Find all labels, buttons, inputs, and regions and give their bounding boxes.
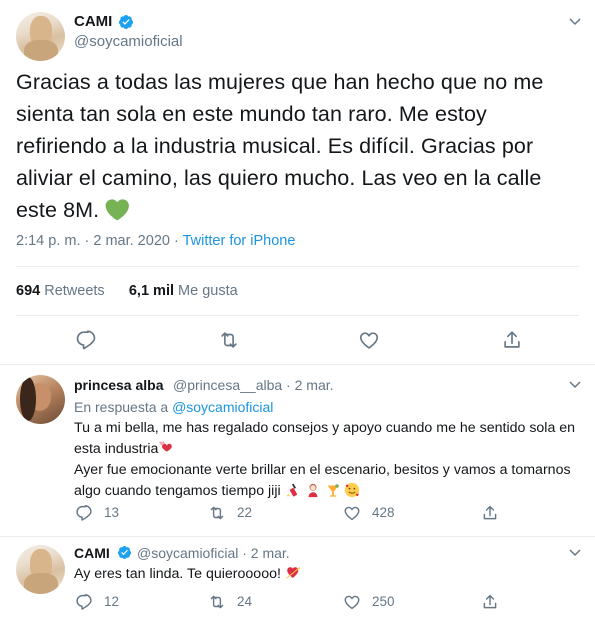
retweet-icon[interactable] bbox=[218, 329, 240, 351]
reply-text: Ay eres tan linda. Te quierooooo! bbox=[74, 564, 579, 585]
share-icon[interactable] bbox=[481, 504, 499, 522]
avatar[interactable] bbox=[16, 545, 65, 594]
retweet-icon[interactable] bbox=[208, 504, 226, 522]
author-name[interactable]: CAMI bbox=[74, 13, 112, 30]
author-handle[interactable]: @soycamioficial bbox=[74, 33, 183, 50]
reply-author-name[interactable]: princesa alba bbox=[74, 377, 164, 393]
chevron-down-icon[interactable] bbox=[567, 377, 583, 393]
reply-icon[interactable] bbox=[75, 504, 93, 522]
chevron-down-icon[interactable] bbox=[567, 14, 583, 30]
reply-text: Tu a mi bella, me has regalado consejos … bbox=[74, 418, 579, 502]
chevron-down-icon[interactable] bbox=[567, 545, 583, 561]
likes-stat[interactable]: 6,1 mil Me gusta bbox=[129, 283, 238, 299]
tweet-source[interactable]: Twitter for iPhone bbox=[183, 233, 296, 249]
retweets-stat[interactable]: 694 Retweets bbox=[16, 283, 105, 299]
like-icon[interactable] bbox=[343, 504, 361, 522]
reply-author-handle[interactable]: @soycamioficial · 2 mar. bbox=[137, 545, 290, 561]
reply-count: 13 bbox=[104, 505, 120, 520]
two-hearts-icon bbox=[159, 441, 173, 452]
nail-polish-icon bbox=[286, 483, 297, 497]
share-icon[interactable] bbox=[481, 593, 499, 611]
divider bbox=[16, 266, 579, 267]
in-reply-to: En respuesta a @soycamioficial bbox=[74, 399, 274, 415]
retweet-count: 22 bbox=[237, 505, 253, 520]
tweet-body: Gracias a todas las mujeres que han hech… bbox=[16, 70, 544, 222]
reply-line-2: Ayer fue emocionante verte brillar en el… bbox=[74, 462, 571, 499]
verified-badge-icon bbox=[118, 15, 133, 29]
like-count: 428 bbox=[372, 505, 395, 520]
reply-author-name[interactable]: CAMI bbox=[74, 545, 110, 561]
like-count: 250 bbox=[372, 594, 395, 609]
tweet-meta: 2:14 p. m. · 2 mar. 2020 · Twitter for i… bbox=[16, 233, 295, 249]
tropical-drink-icon bbox=[327, 484, 339, 497]
heart-arrow-icon bbox=[285, 567, 300, 579]
avatar[interactable] bbox=[16, 375, 65, 424]
retweet-icon[interactable] bbox=[208, 593, 226, 611]
green-heart-icon bbox=[105, 199, 130, 221]
main-tweet: CAMI @soycamioficial Gracias a todas las… bbox=[0, 0, 595, 365]
verified-badge-icon bbox=[117, 545, 132, 560]
reply-count: 12 bbox=[104, 594, 120, 609]
tweet-stats: 694 Retweets 6,1 mil Me gusta bbox=[16, 283, 238, 299]
retweet-count: 24 bbox=[237, 594, 253, 609]
reply-body: Ay eres tan linda. Te quierooooo! bbox=[74, 566, 281, 582]
tweet-text: Gracias a todas las mujeres que han hech… bbox=[16, 66, 582, 226]
share-icon[interactable] bbox=[501, 329, 523, 351]
reply-icon[interactable] bbox=[75, 329, 97, 351]
tweet-timestamp[interactable]: 2:14 p. m. · 2 mar. 2020 · bbox=[16, 233, 179, 249]
mention-link[interactable]: @soycamioficial bbox=[172, 399, 273, 415]
reply-line-1: Tu a mi bella, me has regalado consejos … bbox=[74, 420, 576, 457]
person-gesturing-icon bbox=[308, 483, 317, 498]
like-icon[interactable] bbox=[358, 329, 380, 351]
smiling-face-hearts-icon bbox=[345, 482, 360, 498]
avatar[interactable] bbox=[16, 12, 65, 61]
reply-icon[interactable] bbox=[75, 593, 93, 611]
like-icon[interactable] bbox=[343, 593, 361, 611]
divider bbox=[16, 315, 579, 316]
reply-author-handle[interactable]: @princesa__alba · 2 mar. bbox=[173, 377, 334, 393]
